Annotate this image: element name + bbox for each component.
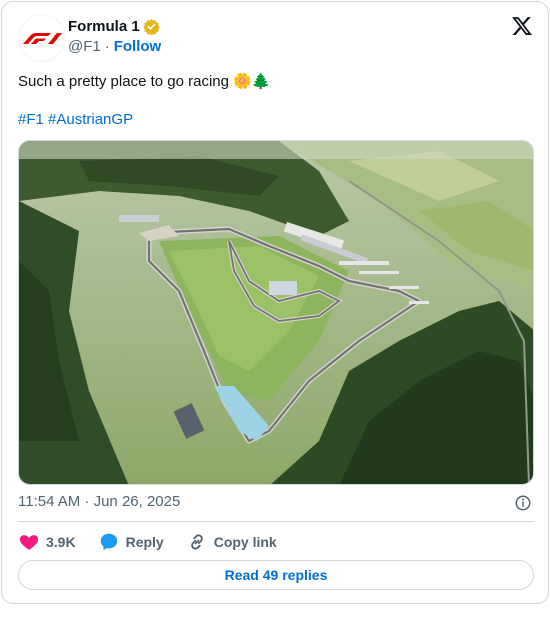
copy-link-label: Copy link: [213, 534, 277, 550]
heart-icon: [19, 535, 39, 550]
reply-label: Reply: [125, 534, 164, 550]
author-name[interactable]: Formula 1: [68, 18, 140, 35]
author-handle-row: @F1 · Follow: [68, 38, 161, 55]
f1-logo-icon: [23, 33, 62, 44]
likes-count: 3.9K: [46, 534, 76, 550]
like-button[interactable]: 3.9K: [18, 531, 76, 553]
tweet-card: Formula 1 @F1 · Follow Such a pretty pla…: [1, 1, 549, 604]
verified-badge-icon: [142, 19, 160, 35]
tweet-timestamp[interactable]: 11:54 AM · Jun 26, 2025: [18, 493, 180, 510]
hashtag-austriangp[interactable]: #AustrianGP: [48, 111, 133, 128]
tweet-photo[interactable]: [18, 140, 534, 485]
link-icon: [190, 534, 203, 550]
separator-dot: ·: [104, 38, 110, 55]
divider: [18, 521, 534, 522]
reply-button[interactable]: Reply: [98, 531, 164, 553]
tweet-text: Such a pretty place to go racing 🌼🌲: [18, 73, 271, 90]
x-logo-icon[interactable]: [511, 15, 533, 37]
circuit-aerial-image: [19, 141, 533, 484]
avatar[interactable]: [18, 14, 66, 62]
read-replies-button[interactable]: Read 49 replies: [18, 560, 534, 590]
follow-button[interactable]: Follow: [114, 38, 162, 55]
copy-link-button[interactable]: Copy link: [186, 531, 277, 553]
hashtags: #F1 #AustrianGP: [18, 110, 133, 130]
author-handle[interactable]: @F1: [68, 38, 101, 55]
action-bar: 3.9K Reply Copy link: [18, 530, 299, 554]
author-name-row[interactable]: Formula 1: [68, 18, 160, 35]
info-icon[interactable]: [514, 494, 532, 512]
reply-bubble-icon: [100, 533, 117, 551]
hashtag-f1[interactable]: #F1: [18, 111, 44, 128]
